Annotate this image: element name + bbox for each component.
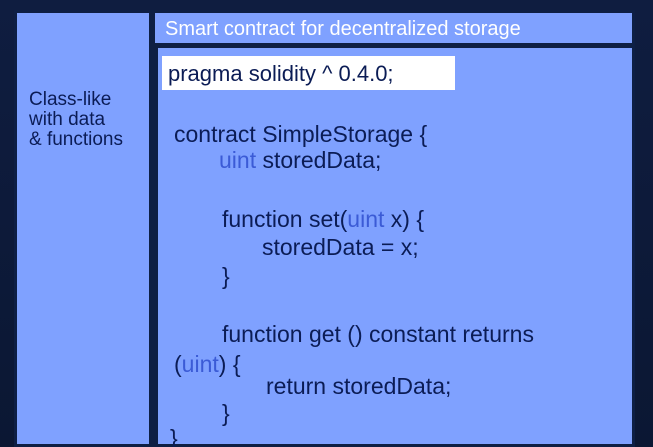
code-text: storedData = x; xyxy=(262,234,419,260)
type-keyword: uint xyxy=(219,147,257,173)
code-text: storedData; xyxy=(256,147,382,173)
code-panel: pragma solidity ^ 0.4.0; contract Simple… xyxy=(155,48,632,447)
type-keyword: uint xyxy=(181,351,219,377)
code-text: x) { xyxy=(384,206,425,232)
code-text: } xyxy=(170,425,178,447)
code-line-close-get: } xyxy=(222,400,230,426)
code-text: function set( xyxy=(222,206,348,232)
header-bar: Smart contract for decentralized storage xyxy=(155,13,632,48)
pragma-box: pragma solidity ^ 0.4.0; xyxy=(162,56,455,90)
code-text: } xyxy=(222,400,230,426)
left-column: Class-like with data & functions xyxy=(17,13,152,444)
code-text: return storedData; xyxy=(266,373,452,399)
code-line-close-set: } xyxy=(222,263,230,289)
code-text: ( xyxy=(174,351,182,377)
code-line-contract: contract SimpleStorage { xyxy=(174,121,427,147)
code-line-return: return storedData; xyxy=(266,373,451,399)
code-text: contract SimpleStorage { xyxy=(174,121,428,147)
code-line-close-contract: } xyxy=(170,425,178,447)
code-text: function get () constant returns xyxy=(222,321,534,347)
code-text: ) { xyxy=(218,351,241,377)
header-title: Smart contract for decentralized storage xyxy=(165,18,521,40)
slide: Class-like with data & functions Smart c… xyxy=(0,0,653,447)
type-keyword: uint xyxy=(347,206,385,232)
code-text: } xyxy=(222,263,230,289)
left-label: Class-like with data & functions xyxy=(29,89,123,150)
code-line-storeddata: uint storedData; xyxy=(219,147,381,173)
slide-frame: Class-like with data & functions Smart c… xyxy=(14,10,635,447)
code-line-returns: (uint) { xyxy=(174,351,241,377)
code-line-get: function get () constant returns xyxy=(222,321,534,347)
code-line-set: function set(uint x) { xyxy=(222,206,424,232)
right-column: Smart contract for decentralized storage… xyxy=(155,13,632,447)
code-line-assign: storedData = x; xyxy=(262,234,419,260)
pragma-text: pragma solidity ^ 0.4.0; xyxy=(168,61,394,86)
